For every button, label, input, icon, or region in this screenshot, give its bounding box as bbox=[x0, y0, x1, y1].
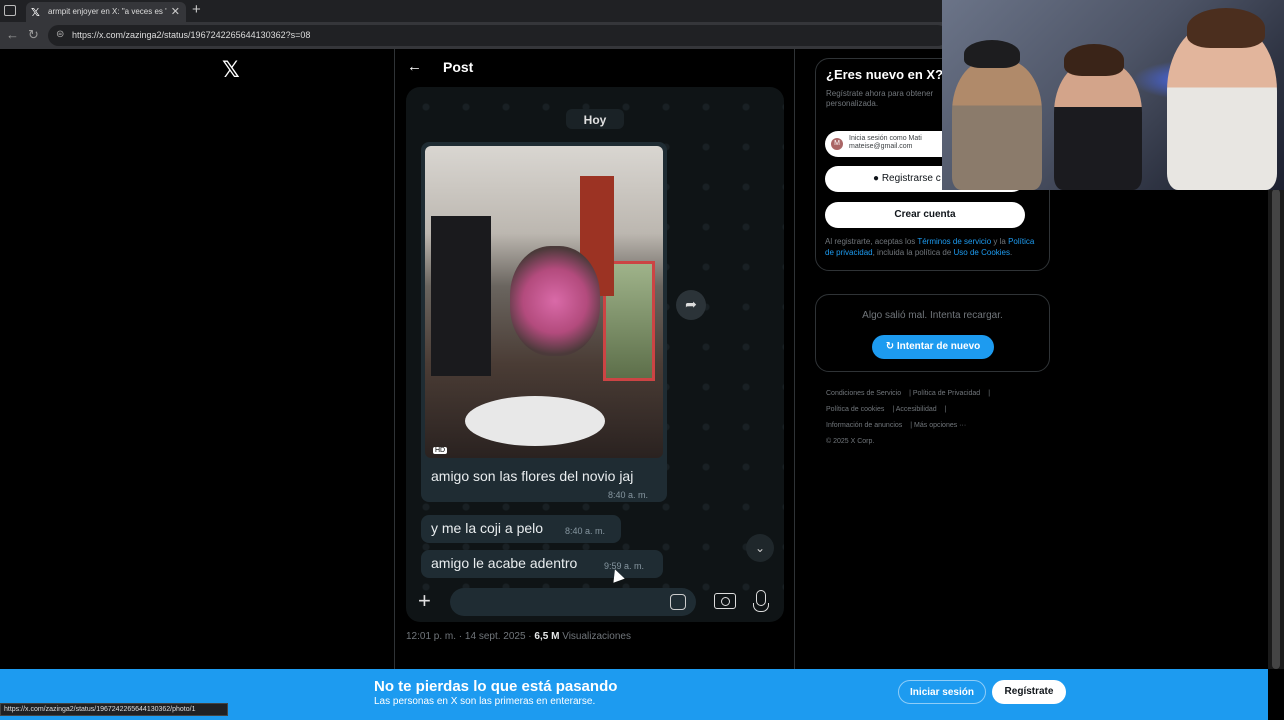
scrollbar-thumb[interactable] bbox=[1272, 189, 1280, 669]
retry-label: Intentar de nuevo bbox=[896, 341, 981, 352]
message-input bbox=[450, 588, 696, 616]
footer-link[interactable]: Condiciones de Servicio bbox=[826, 390, 901, 397]
terms-mid: y la bbox=[991, 237, 1009, 246]
message-text: amigo le acabe adentro bbox=[431, 555, 578, 571]
webcam-overlay bbox=[942, 0, 1284, 190]
message-bubble: y me la coji a pelo 8:40 a. m. bbox=[421, 515, 621, 543]
browser-tab[interactable]: 𝕏 armpit enjoyer en X: "a veces es ' ✕ bbox=[26, 2, 186, 22]
terms-of-service-link[interactable]: Términos de servicio bbox=[917, 237, 991, 246]
streamer-left bbox=[952, 60, 1042, 190]
photo-bouquet bbox=[510, 246, 600, 356]
plus-icon: + bbox=[418, 588, 431, 613]
view-count: 6,5 M bbox=[534, 631, 560, 642]
avatar: M bbox=[831, 138, 843, 150]
post-timestamp[interactable]: 12:01 p. m. · 14 sept. 2025 · bbox=[406, 631, 534, 642]
message-text: amigo son las flores del novio jaj bbox=[431, 468, 634, 484]
page-title: Post bbox=[443, 59, 474, 75]
sticker-icon bbox=[670, 594, 686, 610]
terms-mid2: , incluida la política de bbox=[872, 247, 954, 257]
back-arrow-icon[interactable]: ← bbox=[407, 58, 422, 75]
views-label: Visualizaciones bbox=[559, 631, 631, 642]
footer-link[interactable]: Política de Privacidad bbox=[913, 390, 980, 397]
streamer-right-hair bbox=[1187, 8, 1265, 48]
new-tab-icon[interactable]: + bbox=[192, 1, 201, 18]
copyright: © 2025 X Corp. bbox=[826, 438, 875, 445]
signup-title: ¿Eres nuevo en X? bbox=[826, 67, 944, 82]
chat-input-bar: + bbox=[406, 584, 784, 622]
x-favicon-icon: 𝕏 bbox=[31, 7, 40, 19]
streamer-middle bbox=[1054, 62, 1142, 190]
login-button[interactable]: Iniciar sesión bbox=[898, 680, 986, 704]
streamer-middle-hair bbox=[1064, 44, 1124, 76]
mic-icon bbox=[753, 590, 769, 612]
reload-icon[interactable]: ↻ bbox=[28, 27, 39, 43]
message-time: 9:59 a. m. bbox=[604, 561, 645, 571]
tab-close-icon[interactable]: ✕ bbox=[171, 5, 180, 18]
footer-link[interactable]: Accesibilidad bbox=[896, 406, 937, 413]
footer-links: Condiciones de Servicio | Política de Pri… bbox=[826, 390, 991, 445]
error-message: Algo salió mal. Intenta recargar. bbox=[862, 310, 1003, 321]
photo-table bbox=[465, 396, 605, 446]
status-bar-url: https://x.com/zazinga2/status/1967242265… bbox=[0, 703, 228, 716]
footer-link[interactable]: Más opciones ··· bbox=[914, 422, 966, 429]
x-logo-icon[interactable]: 𝕏 bbox=[222, 57, 240, 83]
footer-link[interactable]: Política de cookies bbox=[826, 406, 884, 413]
refresh-icon: ↻ bbox=[885, 341, 897, 352]
retry-button[interactable]: ↻ Intentar de nuevo bbox=[872, 335, 994, 359]
message-bubble: amigo le acabe adentro 9:59 a. m. bbox=[421, 550, 663, 578]
chat-photo: HD bbox=[425, 146, 663, 458]
banner-title: No te pierdas lo que está pasando bbox=[374, 678, 618, 695]
message-time: 8:40 a. m. bbox=[565, 526, 606, 536]
banner-subtitle: Las personas en X son las primeras en en… bbox=[374, 696, 596, 707]
photo-cabinet bbox=[431, 216, 491, 376]
cookies-link[interactable]: Uso de Cookies bbox=[954, 248, 1010, 257]
post-column: ← Post Hoy HD amigo son las flores del n… bbox=[394, 49, 795, 669]
tab-list-icon[interactable] bbox=[4, 5, 16, 16]
terms-text: Al registrarte, aceptas los Términos de … bbox=[825, 237, 1040, 259]
streamer-right bbox=[1167, 25, 1277, 190]
terms-prefix: Al registrarte, aceptas los bbox=[825, 237, 918, 246]
register-button[interactable]: Regístrate bbox=[992, 680, 1066, 704]
photo-message: HD amigo son las flores del novio jaj 8:… bbox=[421, 142, 667, 502]
post-meta: 12:01 p. m. · 14 sept. 2025 · 6,5 M Visu… bbox=[406, 631, 631, 642]
scroll-down-icon: ⌄ bbox=[746, 534, 774, 562]
message-text: y me la coji a pelo bbox=[431, 520, 544, 536]
apple-signup-label: Registrarse c bbox=[881, 173, 941, 184]
hd-badge: HD bbox=[433, 447, 448, 454]
tab-title: armpit enjoyer en X: "a veces es ' bbox=[48, 7, 167, 16]
footer-link[interactable]: Información de anuncios bbox=[826, 422, 902, 429]
apple-icon: ● bbox=[873, 173, 880, 184]
streamer-left-hair bbox=[964, 40, 1020, 68]
terms-end: . bbox=[1010, 247, 1013, 257]
url-text: https://x.com/zazinga2/status/1967242265… bbox=[72, 30, 311, 40]
forward-icon: ➦ bbox=[676, 290, 706, 320]
site-info-icon[interactable]: ⊜ bbox=[56, 29, 64, 40]
back-nav-icon[interactable]: ← bbox=[6, 27, 19, 42]
day-label: Hoy bbox=[566, 109, 624, 129]
error-card: Algo salió mal. Intenta recargar. ↻ Inte… bbox=[815, 294, 1050, 372]
address-bar[interactable]: ⊜ https://x.com/zazinga2/status/19672422… bbox=[48, 25, 948, 46]
post-image-chat-screenshot[interactable]: Hoy HD amigo son las flores del novio ja… bbox=[406, 87, 784, 622]
camera-icon bbox=[714, 593, 736, 609]
signup-description: Regístrate ahora para obtener personaliz… bbox=[826, 89, 934, 109]
message-time: 8:40 a. m. bbox=[608, 490, 649, 500]
create-account-button[interactable]: Crear cuenta bbox=[825, 202, 1025, 228]
